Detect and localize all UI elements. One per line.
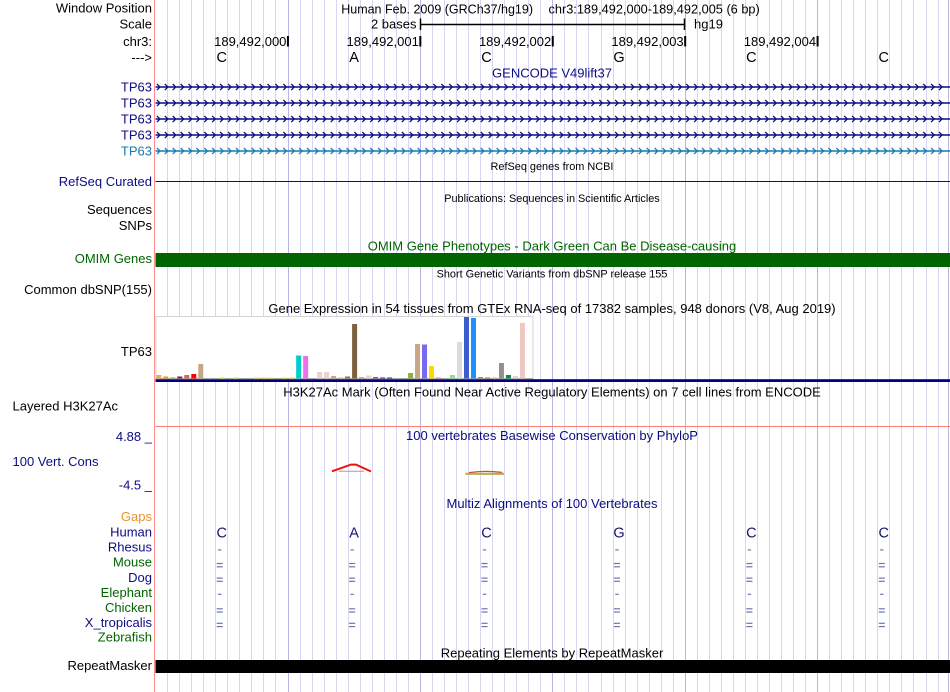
svg-text:189,492,002: 189,492,002	[479, 34, 551, 49]
svg-text:Publications: Sequences in Sci: Publications: Sequences in Scientific Ar…	[444, 193, 660, 205]
svg-text:--->: --->	[131, 50, 152, 65]
svg-text:C: C	[216, 50, 226, 66]
svg-text:H3K27Ac Mark (Often Found Near: H3K27Ac Mark (Often Found Near Active Re…	[283, 385, 821, 400]
svg-text:2 bases: 2 bases	[371, 17, 417, 32]
svg-text:RefSeq Curated: RefSeq Curated	[59, 174, 152, 189]
svg-text:189,492,000: 189,492,000	[214, 34, 286, 49]
svg-text:Dog: Dog	[128, 570, 152, 585]
svg-text:189,492,001: 189,492,001	[347, 34, 419, 49]
svg-text:G: G	[613, 50, 624, 66]
svg-text:Rhesus: Rhesus	[108, 540, 153, 555]
svg-text:TP63: TP63	[121, 95, 152, 110]
svg-text:X_tropicalis: X_tropicalis	[85, 615, 153, 630]
svg-text:Chicken: Chicken	[105, 600, 152, 615]
svg-text:Elephant: Elephant	[101, 585, 153, 600]
svg-text:chr3:189,492,000-189,492,005 (: chr3:189,492,000-189,492,005 (6 bp)	[549, 2, 760, 17]
svg-text:OMIM Genes: OMIM Genes	[75, 251, 153, 266]
svg-text:TP63: TP63	[121, 143, 152, 158]
svg-text:Human Feb. 2009 (GRCh37/hg19): Human Feb. 2009 (GRCh37/hg19)	[341, 3, 533, 17]
svg-text:OMIM Gene Phenotypes - Dark Gr: OMIM Gene Phenotypes - Dark Green Can Be…	[368, 239, 737, 254]
svg-text:C: C	[746, 526, 756, 542]
svg-text:C: C	[216, 526, 226, 542]
svg-text:Short Genetic Variants from db: Short Genetic Variants from dbSNP releas…	[437, 269, 668, 281]
svg-text:-4.5 _: -4.5 _	[119, 478, 153, 493]
svg-text:Window Position: Window Position	[56, 1, 152, 16]
svg-text:C: C	[746, 50, 756, 66]
svg-text:Scale: Scale	[119, 17, 152, 32]
svg-text:Gaps: Gaps	[121, 509, 153, 524]
svg-text:C: C	[879, 526, 889, 542]
svg-text:SNPs: SNPs	[119, 218, 153, 233]
svg-text:TP63: TP63	[121, 79, 152, 94]
svg-text:A: A	[349, 50, 359, 66]
svg-text:Mouse: Mouse	[113, 555, 152, 570]
svg-text:100 Vert. Cons: 100 Vert. Cons	[13, 454, 99, 469]
svg-text:C: C	[481, 526, 491, 542]
svg-text:GENCODE V49lift37: GENCODE V49lift37	[492, 66, 612, 81]
svg-text:RepeatMasker: RepeatMasker	[67, 658, 152, 673]
svg-text:Multiz Alignments of 100 Verte: Multiz Alignments of 100 Vertebrates	[446, 496, 658, 511]
svg-text:Human: Human	[110, 524, 152, 539]
svg-text:RefSeq genes from NCBI: RefSeq genes from NCBI	[491, 161, 614, 173]
svg-text:Repeating Elements by RepeatMa: Repeating Elements by RepeatMasker	[441, 646, 664, 661]
svg-text:189,492,004: 189,492,004	[744, 34, 816, 49]
svg-text:TP63: TP63	[121, 344, 152, 359]
svg-text:Zebrafish: Zebrafish	[98, 630, 152, 645]
svg-text:Gene Expression in 54 tissues: Gene Expression in 54 tissues from GTEx …	[268, 301, 835, 316]
svg-text:hg19: hg19	[694, 17, 723, 32]
svg-text:TP63: TP63	[121, 127, 152, 142]
svg-text:100 vertebrates Basewise Conse: 100 vertebrates Basewise Conservation by…	[406, 428, 698, 443]
svg-text:A: A	[349, 526, 359, 542]
svg-text:TP63: TP63	[121, 111, 152, 126]
svg-text:189,492,003: 189,492,003	[611, 34, 683, 49]
svg-text:Sequences: Sequences	[87, 202, 153, 217]
svg-text:C: C	[879, 50, 889, 66]
svg-text:G: G	[613, 526, 624, 542]
svg-text:chr3:: chr3:	[123, 34, 152, 49]
svg-text:4.88 _: 4.88 _	[116, 429, 153, 444]
svg-text:C: C	[481, 50, 491, 66]
svg-text:Layered H3K27Ac: Layered H3K27Ac	[13, 399, 119, 414]
svg-text:Common dbSNP(155): Common dbSNP(155)	[24, 282, 152, 297]
